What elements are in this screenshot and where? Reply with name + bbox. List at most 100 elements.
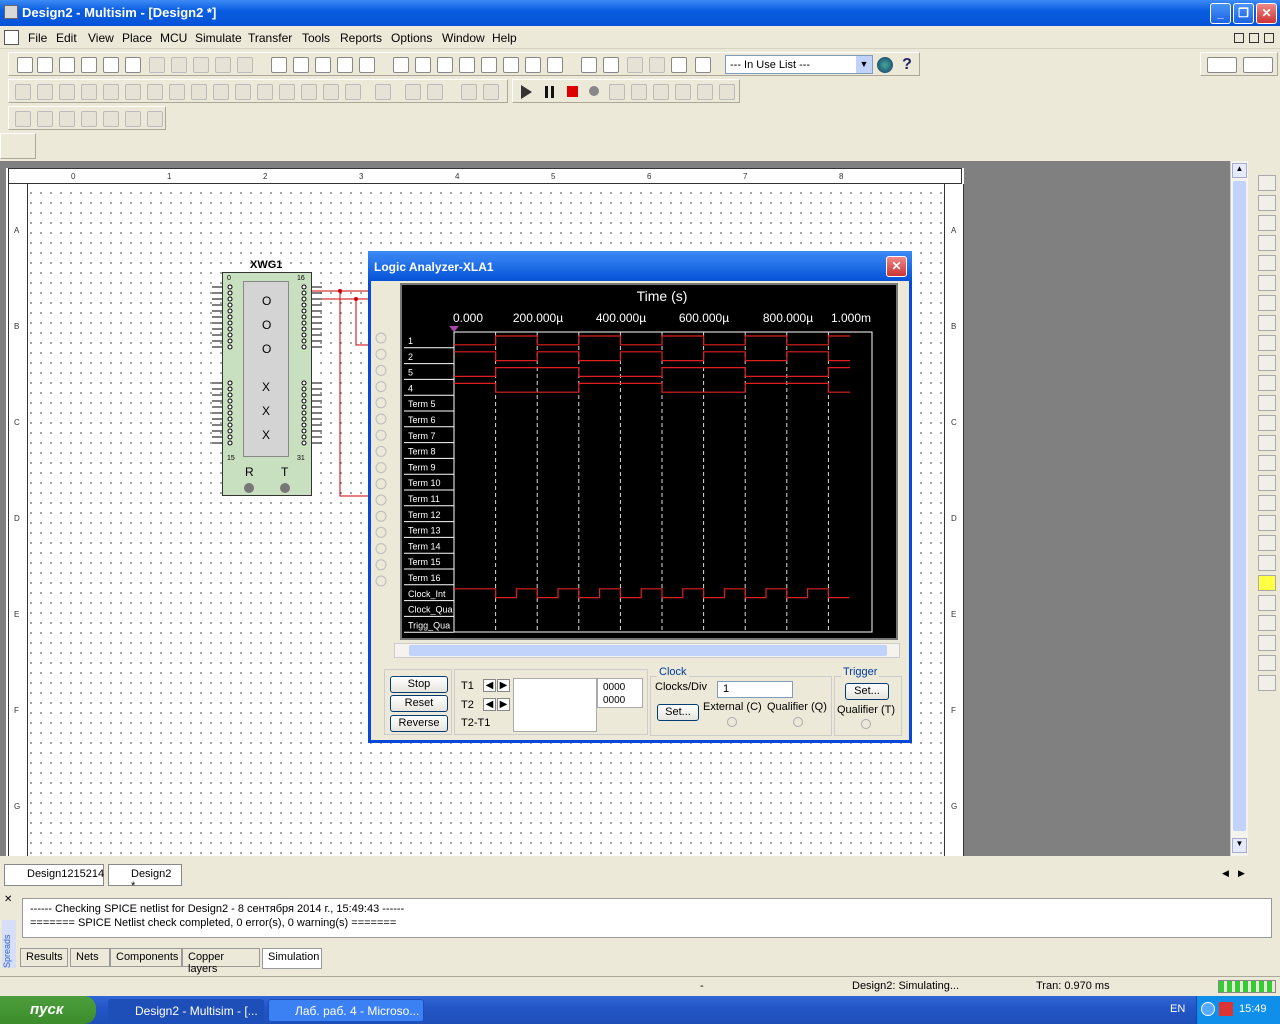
full-screen-icon[interactable]	[271, 57, 287, 73]
place-misc-digital-icon[interactable]	[169, 84, 185, 100]
place-source-icon[interactable]	[15, 84, 31, 100]
menu-tools[interactable]: Tools	[302, 31, 330, 45]
instrument-button[interactable]	[1258, 175, 1276, 191]
t2-right-arrow-icon[interactable]: ▶	[497, 698, 510, 711]
instrument-button[interactable]	[1258, 275, 1276, 291]
analyzer-hscrollbar[interactable]	[394, 643, 900, 658]
zoom-fit-icon[interactable]	[359, 57, 375, 73]
pin-terminal[interactable]	[301, 344, 307, 350]
menu-transfer[interactable]: Transfer	[248, 31, 292, 45]
place-mcu-icon[interactable]	[345, 84, 361, 100]
goto-parent-icon[interactable]	[627, 57, 643, 73]
place-transistor-icon[interactable]	[81, 84, 97, 100]
globe-icon[interactable]	[877, 57, 893, 73]
menu-help[interactable]: Help	[492, 31, 517, 45]
pin-terminal[interactable]	[227, 410, 233, 416]
analysis-icon[interactable]	[547, 57, 563, 73]
instrument-button[interactable]	[1258, 515, 1276, 531]
pin-terminal[interactable]	[301, 434, 307, 440]
help-icon[interactable]: ?	[899, 57, 915, 73]
instrument-button[interactable]	[1258, 295, 1276, 311]
channel-terminal[interactable]	[375, 445, 387, 457]
pause-switch-icon[interactable]	[1243, 57, 1273, 73]
multisim-app-icon[interactable]	[4, 5, 18, 19]
channel-terminal[interactable]	[375, 462, 387, 474]
back-annotate-icon[interactable]	[649, 57, 665, 73]
save-icon[interactable]	[81, 57, 97, 73]
pin-terminal[interactable]	[227, 386, 233, 392]
reset-button[interactable]: Reset	[390, 695, 448, 712]
menu-view[interactable]: View	[88, 31, 114, 45]
pin-terminal[interactable]	[301, 380, 307, 386]
pin-terminal[interactable]	[227, 440, 233, 446]
list-view-icon[interactable]	[461, 84, 477, 100]
tab-design1215214[interactable]: Design1215214	[4, 864, 104, 886]
pin-terminal[interactable]	[301, 284, 307, 290]
pin-terminal[interactable]	[301, 386, 307, 392]
pin-terminal[interactable]	[227, 392, 233, 398]
pin-terminal[interactable]	[301, 440, 307, 446]
simulate-switch-icon[interactable]	[1207, 57, 1237, 73]
pin-terminal[interactable]	[301, 428, 307, 434]
pin-terminal[interactable]	[227, 380, 233, 386]
channel-terminal[interactable]	[375, 348, 387, 360]
instrument-button[interactable]	[1258, 675, 1276, 691]
design-toolbox-icon[interactable]	[437, 57, 453, 73]
tray-arrow-icon[interactable]	[1201, 1002, 1215, 1016]
tab-copper-layers[interactable]: Copper layers	[182, 948, 260, 975]
pin-terminal[interactable]	[301, 314, 307, 320]
analyzer-display[interactable]: Time (s) 0.000 200.000µ 400.000µ 600.000µ 80…	[400, 283, 898, 640]
maximize-button[interactable]: ❐	[1233, 3, 1254, 24]
trigger-qualifier-terminal[interactable]	[861, 719, 871, 729]
clock-set-button[interactable]: Set...	[657, 704, 699, 721]
channel-terminal[interactable]	[375, 526, 387, 538]
channel-terminal[interactable]	[375, 381, 387, 393]
step-out-icon[interactable]	[653, 84, 669, 100]
step-icon[interactable]	[589, 86, 599, 96]
instrument-button[interactable]	[1258, 495, 1276, 511]
copy-icon[interactable]	[171, 57, 187, 73]
menu-simulate[interactable]: Simulate	[195, 31, 242, 45]
channel-terminal[interactable]	[375, 478, 387, 490]
pin-terminal[interactable]	[301, 296, 307, 302]
tab-components[interactable]: Components	[110, 948, 182, 967]
pin-terminal[interactable]	[301, 332, 307, 338]
chevron-down-icon[interactable]: ▼	[856, 56, 872, 73]
pin-terminal[interactable]	[227, 302, 233, 308]
postprocessor-icon[interactable]	[525, 57, 541, 73]
place-mixed-icon[interactable]	[191, 84, 207, 100]
paste-icon[interactable]	[193, 57, 209, 73]
place-power-icon[interactable]	[235, 84, 251, 100]
place-electromechanical-icon[interactable]	[323, 84, 339, 100]
pin-terminal[interactable]	[301, 398, 307, 404]
undo-icon[interactable]	[215, 57, 231, 73]
channel-terminal[interactable]	[375, 510, 387, 522]
grapher-icon[interactable]	[503, 57, 519, 73]
t1-right-arrow-icon[interactable]: ▶	[497, 679, 510, 692]
scroll-thumb[interactable]	[409, 645, 887, 656]
component-wizard-icon[interactable]	[481, 57, 497, 73]
task-word[interactable]: Лаб. раб. 4 - Microso...	[268, 999, 424, 1022]
tab-scroll-left-icon[interactable]: ◀	[1222, 868, 1234, 880]
find-icon[interactable]	[393, 57, 409, 73]
instrument-button[interactable]	[1258, 435, 1276, 451]
in-use-list-dropdown[interactable]: --- In Use List --- ▼	[725, 55, 873, 74]
run-to-cursor-icon[interactable]	[675, 84, 691, 100]
scroll-down-icon[interactable]: ▼	[1232, 838, 1247, 853]
step-over-icon[interactable]	[609, 84, 625, 100]
task-multisim[interactable]: Design2 - Multisim - [...	[108, 999, 264, 1022]
pin-terminal[interactable]	[301, 308, 307, 314]
zoom-area-icon[interactable]	[337, 57, 353, 73]
pin-terminal[interactable]	[301, 320, 307, 326]
open-icon[interactable]	[37, 57, 53, 73]
tab-simulation[interactable]: Simulation	[262, 948, 322, 969]
instrument-button[interactable]	[1258, 655, 1276, 671]
instrument-button[interactable]	[1258, 555, 1276, 571]
instrument-button[interactable]	[1258, 215, 1276, 231]
channel-terminal[interactable]	[375, 332, 387, 344]
annotate-3-icon[interactable]	[59, 111, 75, 127]
redo-icon[interactable]	[237, 57, 253, 73]
trigger-terminal[interactable]	[280, 483, 290, 493]
annotate-7-icon[interactable]	[147, 111, 163, 127]
place-rf-icon[interactable]	[301, 84, 317, 100]
